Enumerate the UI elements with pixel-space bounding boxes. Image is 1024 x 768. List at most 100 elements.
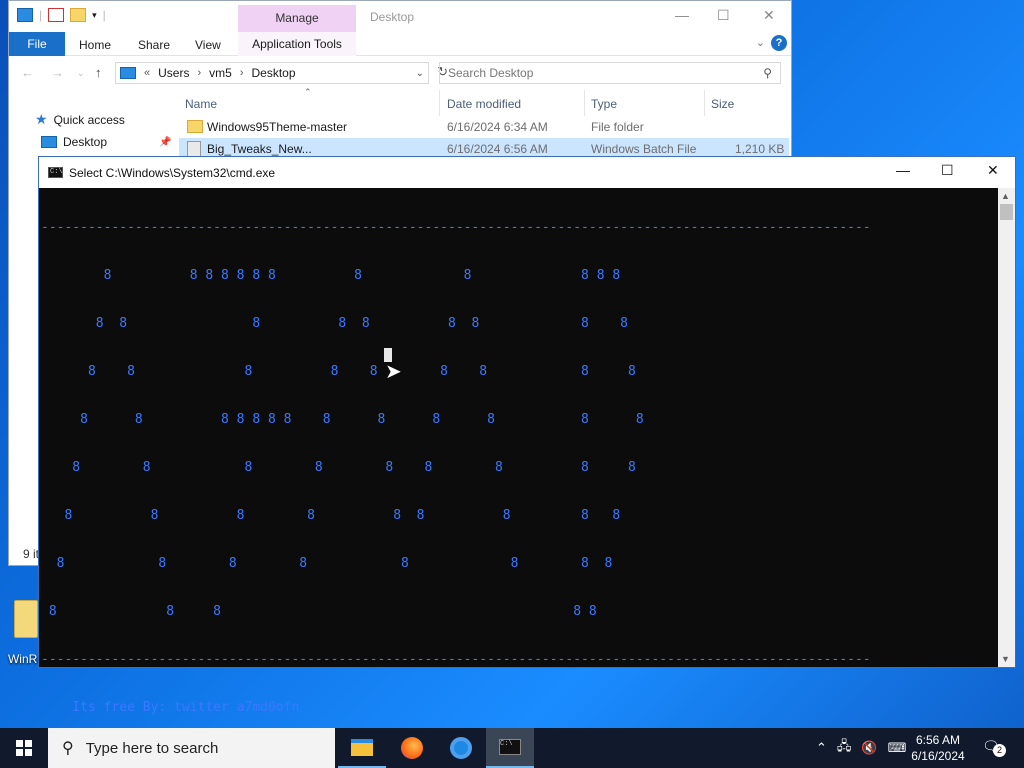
window-title: Desktop bbox=[370, 10, 415, 24]
column-date-modified[interactable]: Date modified bbox=[447, 97, 521, 111]
system-tray: ⌃ 🖧 🔇 ⌨ bbox=[816, 728, 906, 768]
console-line: 8 8 8 8 8 8 8 8 8 bbox=[41, 460, 636, 475]
breadcrumb-vm5[interactable]: vm5 bbox=[209, 66, 232, 80]
new-folder-icon[interactable] bbox=[70, 8, 87, 22]
console-line: ----------------------------------------… bbox=[41, 220, 871, 235]
taskbar-clock[interactable]: 6:56 AM 6/16/2024 bbox=[906, 732, 970, 764]
console-line: 8 8 8 8 8 8 8 8 8 bbox=[41, 316, 628, 331]
customize-toolbar-icon[interactable]: ▾ bbox=[92, 10, 97, 21]
file-type: Windows Batch File bbox=[591, 142, 697, 156]
clock-date: 6/16/2024 bbox=[911, 749, 965, 763]
chevron-down-icon[interactable]: ⌄ bbox=[756, 36, 765, 49]
scroll-up-icon[interactable]: ▲ bbox=[1001, 191, 1010, 201]
recent-locations-icon[interactable]: ⌄ bbox=[77, 68, 85, 79]
pc-icon bbox=[120, 67, 136, 79]
pin-icon[interactable]: 📌 bbox=[159, 137, 171, 148]
file-explorer-icon bbox=[351, 738, 373, 756]
cmd-window[interactable]: C:\ Select C:\Windows\System32\cmd.exe —… bbox=[38, 156, 1016, 715]
star-icon: ★ bbox=[35, 111, 48, 127]
up-icon[interactable]: ↑ bbox=[95, 65, 102, 80]
search-icon: ⚲ bbox=[62, 740, 74, 757]
network-icon[interactable]: 🖧 bbox=[837, 737, 852, 759]
chevron-up-icon[interactable]: ⌃ bbox=[816, 740, 827, 756]
scroll-thumb[interactable] bbox=[1000, 204, 1013, 220]
tab-application-tools[interactable]: Application Tools bbox=[238, 32, 356, 56]
desktop-icon bbox=[41, 136, 57, 148]
file-date: 6/16/2024 6:56 AM bbox=[447, 142, 548, 156]
taskbar-app-chrome[interactable] bbox=[437, 728, 485, 768]
help-icon[interactable]: ? bbox=[771, 35, 787, 51]
file-name: Windows95Theme-master bbox=[207, 120, 348, 134]
tab-file[interactable]: File bbox=[9, 32, 65, 56]
taskbar-app-file-explorer[interactable] bbox=[338, 728, 386, 768]
console-icon[interactable]: C:\ bbox=[48, 167, 63, 178]
close-icon[interactable]: ✕ bbox=[763, 7, 775, 24]
mouse-pointer-icon: ➤ bbox=[385, 361, 402, 383]
tab-home[interactable]: Home bbox=[79, 38, 111, 52]
file-list: ⌃ Name Date modified Type Size Windows95… bbox=[179, 87, 789, 160]
close-icon[interactable]: ✕ bbox=[987, 162, 999, 179]
chrome-icon bbox=[450, 737, 472, 759]
console-area[interactable]: ----------------------------------------… bbox=[39, 188, 1015, 715]
column-type[interactable]: Type bbox=[591, 97, 617, 111]
nav-label: Quick access bbox=[53, 112, 125, 127]
pc-icon[interactable] bbox=[17, 8, 33, 22]
volume-muted-icon[interactable]: 🔇 bbox=[861, 740, 877, 756]
input-indicator-icon[interactable]: ⌨ bbox=[888, 740, 907, 756]
minimize-icon[interactable]: — bbox=[675, 7, 689, 23]
text-cursor bbox=[384, 348, 392, 362]
minimize-icon[interactable]: — bbox=[896, 162, 910, 178]
console-line: 8 8 8 8 8 8 8 8 bbox=[41, 556, 613, 571]
file-row[interactable]: Windows95Theme-master 6/16/2024 6:34 AM … bbox=[179, 116, 789, 138]
search-icon: ⚲ bbox=[763, 66, 772, 80]
quick-access-toolbar: | ▾ | bbox=[17, 8, 106, 22]
console-line: Its free By: twitter a7md0ofn bbox=[41, 700, 300, 715]
cmd-window-title: Select C:\Windows\System32\cmd.exe bbox=[69, 165, 276, 180]
back-icon[interactable]: ← bbox=[21, 65, 34, 80]
status-bar-item-count: 9 it bbox=[23, 547, 40, 561]
taskbar-app-firefox[interactable] bbox=[388, 728, 436, 768]
scroll-down-icon[interactable]: ▼ bbox=[1001, 654, 1010, 664]
nav-label: Desktop bbox=[63, 135, 108, 149]
column-name[interactable]: Name bbox=[185, 97, 217, 111]
address-bar[interactable]: « Users › vm5 › Desktop ⌄ ↻ bbox=[115, 62, 448, 84]
batch-file-icon bbox=[187, 141, 201, 157]
explorer-title-bar[interactable]: | ▾ | Manage Desktop — ☐ ✕ bbox=[9, 1, 791, 32]
column-size[interactable]: Size bbox=[711, 97, 734, 111]
search-placeholder: Search Desktop bbox=[448, 66, 534, 80]
nav-item-quick-access[interactable]: ★ Quick access bbox=[35, 111, 125, 128]
tab-share[interactable]: Share bbox=[138, 38, 170, 52]
tab-manage[interactable]: Manage bbox=[238, 5, 356, 32]
maximize-icon[interactable]: ☐ bbox=[717, 7, 730, 24]
taskbar-search-box[interactable]: ⚲ Type here to search bbox=[48, 728, 335, 768]
file-date: 6/16/2024 6:34 AM bbox=[447, 120, 548, 134]
search-input[interactable]: Search Desktop ⚲ bbox=[439, 62, 781, 84]
taskbar-app-cmd[interactable]: C:\ bbox=[486, 728, 534, 768]
console-output: ----------------------------------------… bbox=[41, 188, 981, 748]
address-dropdown-icon[interactable]: ⌄ bbox=[416, 68, 428, 79]
maximize-icon[interactable]: ☐ bbox=[941, 162, 954, 179]
console-line: ----------------------------------------… bbox=[41, 652, 871, 667]
properties-icon[interactable] bbox=[48, 8, 65, 22]
taskbar: ⚲ Type here to search C:\ ⌃ 🖧 🔇 ⌨ 6:56 A… bbox=[0, 728, 1024, 768]
breadcrumb-desktop[interactable]: Desktop bbox=[251, 66, 295, 80]
notifications-button[interactable]: 🗨 2 bbox=[982, 738, 1006, 758]
notification-count-badge: 2 bbox=[993, 744, 1006, 757]
address-overflow[interactable]: « bbox=[144, 67, 150, 79]
console-line: 8 8 8 8 8 8 8 8 8 8 8 8 bbox=[41, 268, 621, 283]
breadcrumb-users[interactable]: Users bbox=[158, 66, 189, 80]
cmd-icon: C:\ bbox=[499, 739, 521, 755]
folder-icon bbox=[187, 120, 203, 133]
tab-view[interactable]: View bbox=[195, 38, 221, 52]
start-button[interactable] bbox=[0, 728, 48, 768]
cmd-title-bar[interactable]: C:\ Select C:\Windows\System32\cmd.exe —… bbox=[39, 157, 1015, 188]
forward-icon[interactable]: → bbox=[51, 65, 64, 80]
sort-ascending-icon: ⌃ bbox=[304, 87, 312, 97]
breadcrumb-chevron-icon[interactable]: › bbox=[240, 67, 244, 79]
console-line: 8 8 8 8 8 8 8 8 8 bbox=[41, 364, 636, 379]
nav-item-desktop[interactable]: Desktop 📌 bbox=[41, 135, 171, 149]
column-headers: ⌃ Name Date modified Type Size bbox=[179, 87, 789, 116]
breadcrumb-chevron-icon[interactable]: › bbox=[197, 67, 201, 79]
console-line: 8 8 8 8 8 8 8 8 8 8 8 8 8 bbox=[41, 412, 644, 427]
console-scrollbar[interactable]: ▲ ▼ bbox=[998, 188, 1015, 667]
